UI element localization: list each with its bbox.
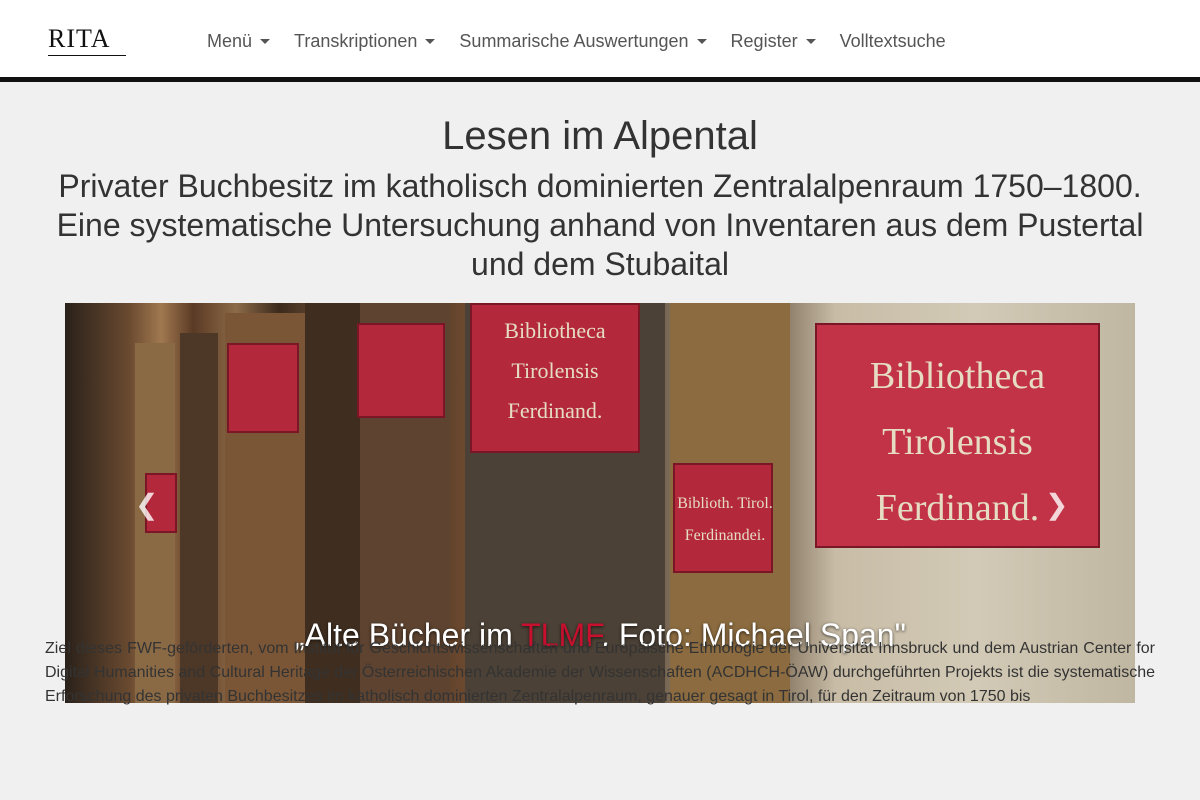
nav-item-summarische-auswertungen[interactable]: Summarische Auswertungen — [447, 0, 718, 82]
caret-down-icon — [805, 38, 816, 44]
caret-down-icon — [425, 38, 436, 44]
caret-down-icon — [696, 38, 707, 44]
chevron-right-icon[interactable]: ❯ — [1045, 488, 1068, 521]
book-label — [227, 343, 299, 433]
book-label — [357, 323, 445, 418]
page-subtitle: Privater Buchbesitz im katholisch domini… — [56, 168, 1144, 282]
book-label-text: Biblioth. Tirol. Ferdinandei. — [677, 495, 773, 544]
nav-item-volltextsuche[interactable]: Volltextsuche — [828, 0, 958, 82]
nav-item-label: Menü — [207, 30, 253, 51]
navbar: RITA Menü Transkriptionen Summarische Au… — [0, 0, 1200, 82]
nav-item-menu[interactable]: Menü — [195, 0, 282, 82]
nav-item-label: Transkriptionen — [294, 30, 418, 51]
nav-item-register[interactable]: Register — [719, 0, 828, 82]
logo-underline — [48, 55, 126, 56]
book-label-text: Bibliotheca Tirolensis Ferdinand. — [504, 318, 606, 423]
logo-text: RITA — [48, 24, 111, 53]
caret-down-icon — [260, 38, 271, 44]
nav-item-label: Volltextsuche — [839, 30, 946, 51]
nav-item-label: Summarische Auswertungen — [459, 30, 689, 51]
rita-logo[interactable]: RITA — [48, 26, 128, 58]
page-title: Lesen im Alpental — [442, 114, 758, 158]
chevron-left-icon[interactable]: ❮ — [135, 488, 158, 521]
nav-item-transkriptionen[interactable]: Transkriptionen — [282, 0, 447, 82]
main-nav: Menü Transkriptionen Summarische Auswert… — [195, 0, 958, 82]
main-content: Lesen im Alpental Privater Buchbesitz im… — [0, 87, 1200, 703]
nav-item-label: Register — [730, 30, 798, 51]
intro-paragraph: Ziel dieses FWF-geförderten, vom Institu… — [45, 640, 1155, 705]
